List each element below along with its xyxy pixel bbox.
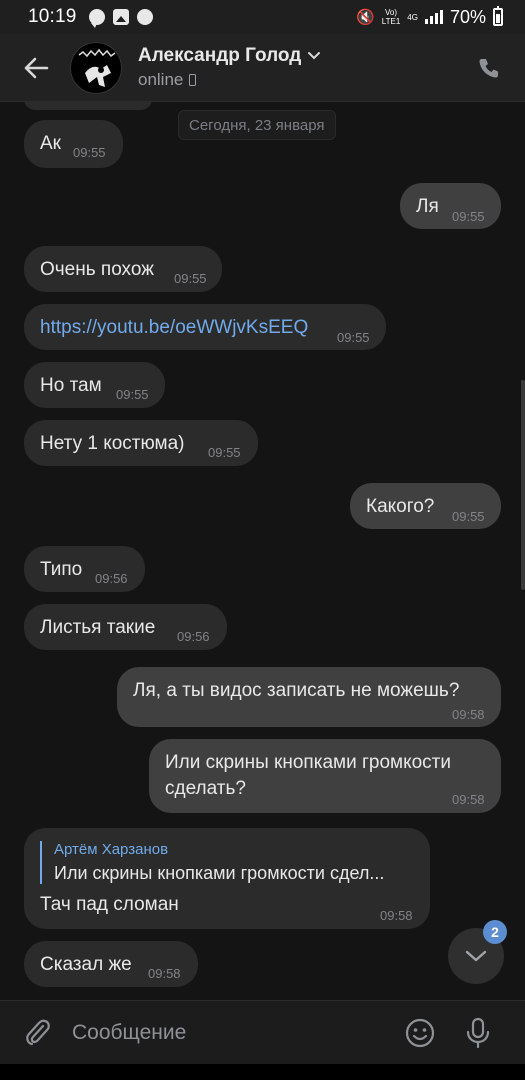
message-text: Какого? — [366, 496, 435, 517]
phone-icon — [479, 58, 498, 77]
message-time: 09:58 — [452, 792, 485, 807]
unread-badge: 2 — [483, 920, 507, 944]
message-text: Но там — [40, 375, 102, 396]
attach-button[interactable] — [20, 1015, 56, 1051]
message-text: Листья такие — [40, 617, 156, 638]
message-bubble-incoming[interactable]: Сказал же 09:58 — [24, 941, 198, 987]
message-text: Очень похож — [40, 259, 154, 280]
system-navigation-bar — [0, 1064, 525, 1080]
message-time: 09:58 — [380, 908, 413, 923]
message-time: 09:56 — [177, 629, 210, 644]
message-bubble-incoming[interactable]: Листья такие 09:56 — [24, 604, 227, 650]
contact-name: Александр Голод — [138, 45, 302, 66]
message-text: Ак — [40, 133, 61, 154]
message-bubble-outgoing[interactable]: Или скрины кнопками громкости сделать? 0… — [149, 739, 501, 813]
signal-icon — [424, 10, 443, 24]
message-bubble-incoming[interactable]: Очень похож 09:55 — [24, 246, 222, 292]
message-text: Нету 1 костюма) — [40, 433, 185, 454]
status-time: 10:19 — [28, 6, 77, 27]
paperclip-icon — [26, 1019, 50, 1045]
reply-quote[interactable]: Артём Харзанов Или скрины кнопками громк… — [40, 841, 418, 884]
message-bubble-incoming-reply[interactable]: Артём Харзанов Или скрины кнопками громк… — [24, 828, 430, 929]
message-bubble-incoming[interactable]: https://youtu.be/oeWWjvKsEEQ 09:55 — [24, 304, 386, 350]
status-bar: 10:19 🔇 Vo) LTE1 4G 70% — [0, 0, 525, 34]
message-time: 09:56 — [95, 571, 128, 586]
message-bubble-outgoing[interactable]: Какого? 09:55 — [350, 483, 501, 529]
status-right: 🔇 Vo) LTE1 4G 70% — [356, 6, 503, 28]
call-button[interactable] — [471, 50, 507, 86]
chat-header: Александр Голод online — [0, 34, 525, 102]
smile-icon — [405, 1018, 435, 1047]
date-separator: Сегодня, 23 января — [178, 110, 336, 140]
chevron-down-icon — [465, 950, 487, 962]
message-list[interactable]: Сегодня, 23 января Ак 09:55 Ля 09:55 Оче… — [0, 102, 525, 1000]
message-bubble-incoming[interactable]: Типо 09:56 — [24, 546, 145, 592]
contact-status: online — [138, 70, 184, 89]
message-time: 09:55 — [452, 509, 485, 524]
message-time: 09:58 — [148, 966, 181, 981]
message-time: 09:55 — [452, 209, 485, 224]
mobile-device-icon — [189, 74, 197, 86]
message-time: 09:55 — [73, 145, 106, 160]
reply-text: Или скрины кнопками громкости сдел... — [54, 863, 385, 883]
message-time: 09:55 — [174, 271, 207, 286]
message-link[interactable]: https://youtu.be/oeWWjvKsEEQ — [40, 317, 308, 339]
composer — [0, 1000, 525, 1064]
message-text: Сказал же — [40, 954, 132, 975]
volte-label: Vo) — [385, 8, 398, 17]
back-button[interactable] — [16, 48, 56, 88]
network-indicator: Vo) LTE1 — [382, 8, 401, 26]
message-bubble-incoming[interactable]: Но там 09:55 — [24, 362, 165, 408]
avatar[interactable] — [70, 41, 122, 94]
message-time: 09:55 — [116, 387, 149, 402]
image-notification-icon — [112, 9, 129, 25]
chevron-down-icon — [308, 52, 321, 60]
message-text: Типо — [40, 559, 83, 580]
chat-notification-icon — [88, 9, 105, 28]
message-bubble-outgoing[interactable]: Ля, а ты видос записать не можешь? 09:58 — [117, 667, 501, 727]
reply-author: Артём Харзанов — [54, 841, 169, 858]
message-text: Ля, а ты видос записать не можешь? — [133, 680, 460, 701]
message-text: Ля — [416, 196, 439, 217]
app-notification-icon — [136, 9, 153, 25]
microphone-icon — [466, 1017, 490, 1048]
emoji-button[interactable] — [402, 1015, 438, 1051]
lte-label: LTE1 — [381, 17, 401, 26]
message-text: Или скрины кнопками громкости сделать? — [165, 752, 452, 799]
message-bubble-incoming[interactable]: Нету 1 костюма) 09:55 — [24, 420, 258, 466]
battery-icon — [493, 6, 503, 26]
message-text: Тач пад сломан — [40, 894, 179, 915]
message-bubble-outgoing[interactable]: Ля 09:55 — [400, 183, 501, 229]
message-bubble-incoming[interactable]: Ак 09:55 — [24, 120, 123, 168]
network-type: 4G — [407, 12, 418, 22]
message-time: 09:55 — [208, 445, 241, 460]
voice-message-button[interactable] — [460, 1015, 496, 1051]
scrollbar[interactable] — [521, 380, 525, 590]
message-input[interactable] — [72, 1012, 390, 1053]
message-time: 09:55 — [337, 330, 370, 345]
battery-percent: 70% — [449, 6, 486, 27]
arrow-left-icon — [24, 57, 49, 78]
notification-icons — [88, 9, 153, 28]
previous-message-fragment — [24, 102, 152, 110]
mute-icon: 🔇 — [356, 9, 375, 26]
contact-title[interactable]: Александр Голод — [138, 45, 321, 67]
message-time: 09:58 — [452, 707, 485, 722]
